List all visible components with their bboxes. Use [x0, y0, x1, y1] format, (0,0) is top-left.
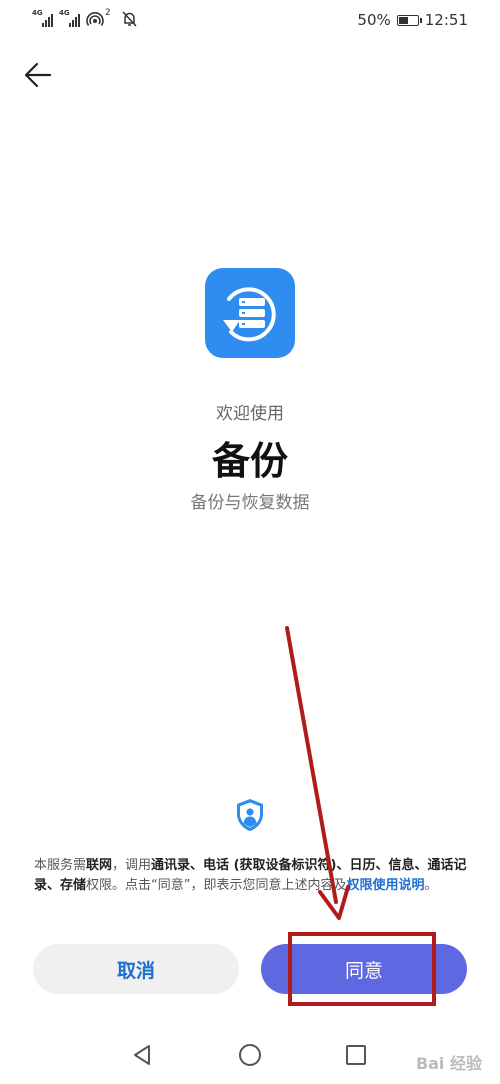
privacy-shield-icon	[237, 799, 263, 831]
backup-restore-icon	[223, 287, 276, 342]
notice-text: 权限。点击“同意”，即表示您同意上述内容及	[86, 878, 347, 893]
app-subtitle: 备份与恢复数据	[190, 493, 310, 513]
app-title: 备份	[211, 439, 288, 483]
permission-explanation-link[interactable]: 权限使用说明	[347, 878, 425, 893]
watermark: Bai 经验	[415, 1054, 482, 1073]
welcome-text: 欢迎使用	[216, 404, 284, 424]
bell-muted-icon	[122, 11, 137, 27]
battery-percent: 50%	[357, 11, 391, 29]
system-nav-bar: Bai 经验	[0, 1030, 500, 1084]
status-bar: 4G 4G 2 50% 12:51	[0, 0, 500, 40]
backup-app-icon	[205, 268, 295, 358]
annotation-highlight-box	[288, 932, 436, 1006]
clock: 12:51	[424, 11, 468, 29]
battery-icon	[396, 14, 422, 26]
hotspot-icon	[86, 12, 104, 26]
annotation-arrow	[285, 626, 350, 920]
network-type-label: 4G	[32, 9, 43, 17]
back-arrow-icon[interactable]	[22, 58, 56, 92]
nav-home-icon[interactable]	[239, 1044, 261, 1066]
notice-bold-network: 联网	[86, 858, 113, 873]
notice-text: 本服务需	[34, 858, 87, 873]
signal-icon: 4G	[59, 9, 80, 27]
signal-icon: 4G	[32, 9, 53, 27]
permission-notice: 本服务需联网，调用通讯录、电话 (获取设备标识符)、日历、信息、通话记录、存储权…	[34, 856, 470, 896]
cancel-button[interactable]: 取消	[33, 944, 239, 994]
hotspot-count: 2	[105, 8, 111, 18]
nav-recent-apps-icon[interactable]	[346, 1045, 366, 1065]
notice-text: 。	[424, 878, 438, 893]
nav-back-icon[interactable]	[130, 1043, 154, 1067]
notice-text: ，调用	[112, 858, 152, 873]
network-type-label: 4G	[59, 9, 70, 17]
